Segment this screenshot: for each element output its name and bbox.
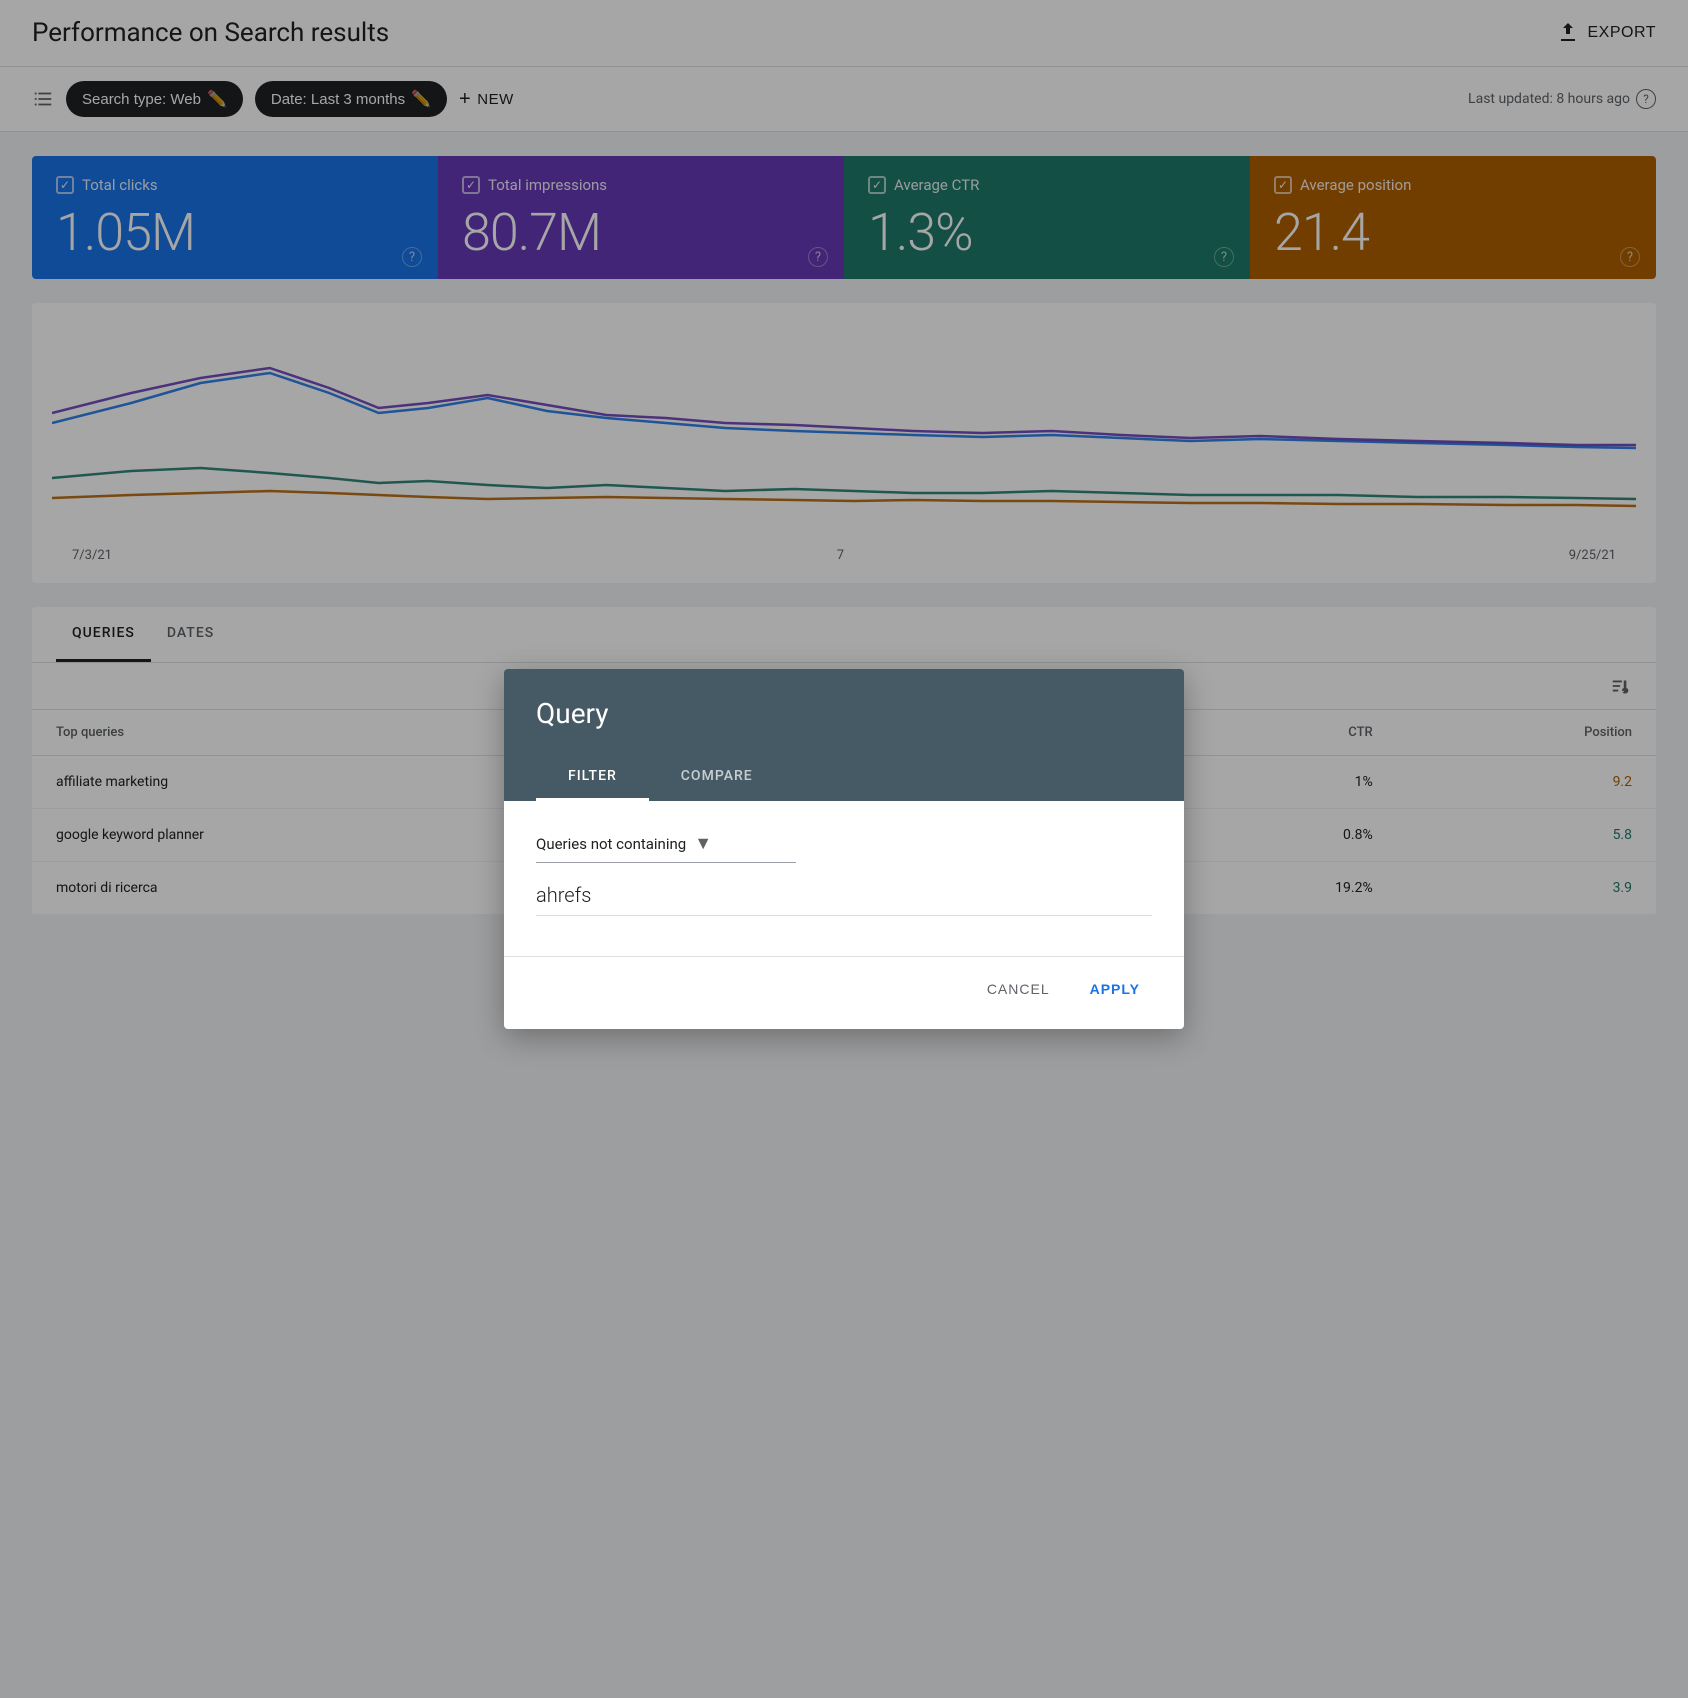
- dropdown-arrow-icon: ▼: [694, 833, 712, 854]
- dropdown-label: Queries not containing: [536, 835, 686, 853]
- search-text-input-value[interactable]: ahrefs: [536, 883, 1152, 907]
- modal-tab-compare[interactable]: COMPARE: [649, 754, 785, 801]
- modal-body: Queries not containing ▼ ahrefs: [504, 801, 1184, 956]
- apply-button[interactable]: APPLY: [1078, 973, 1152, 1005]
- dropdown-row: Queries not containing ▼: [536, 833, 1152, 863]
- modal-tabs: FILTER COMPARE: [536, 754, 1152, 801]
- modal-header: Query FILTER COMPARE: [504, 669, 1184, 801]
- modal-title: Query: [536, 697, 1152, 730]
- query-modal: Query FILTER COMPARE Queries not contain…: [504, 669, 1184, 1029]
- modal-footer: CANCEL APPLY: [504, 956, 1184, 1029]
- modal-tab-filter[interactable]: FILTER: [536, 754, 649, 801]
- filter-type-dropdown[interactable]: Queries not containing ▼: [536, 833, 796, 863]
- modal-overlay[interactable]: Query FILTER COMPARE Queries not contain…: [0, 0, 1688, 1698]
- cancel-button[interactable]: CANCEL: [975, 973, 1062, 1005]
- search-text-input-row: ahrefs: [536, 883, 1152, 916]
